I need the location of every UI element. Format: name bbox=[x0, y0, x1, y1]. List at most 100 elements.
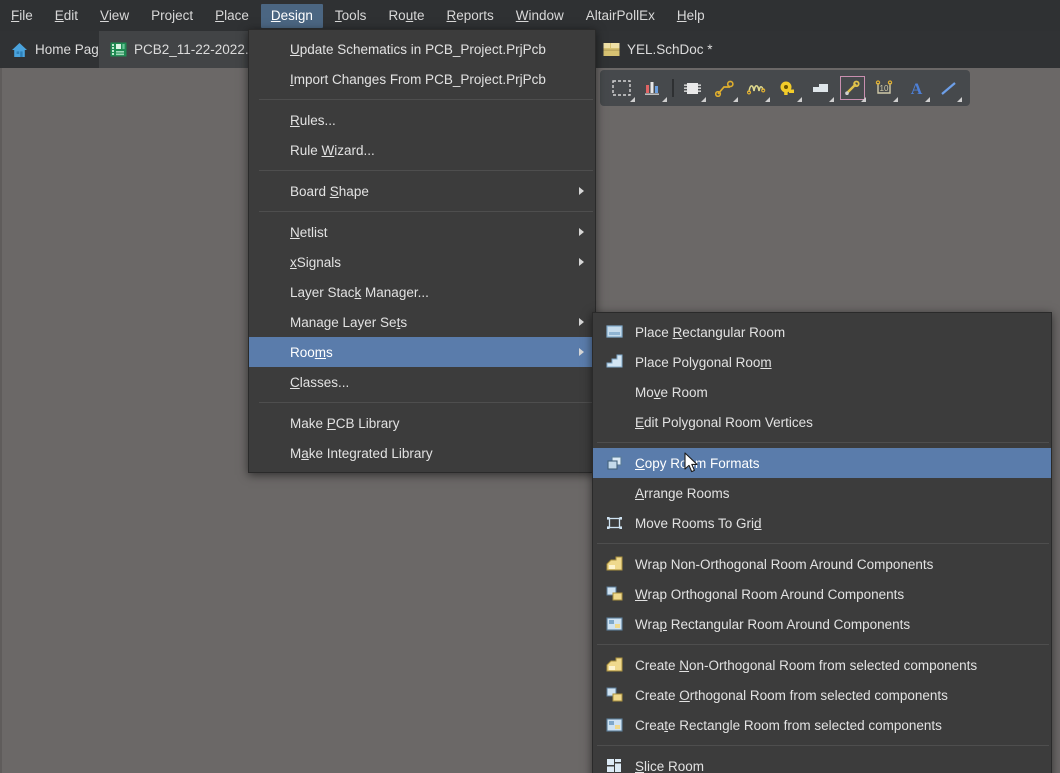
rect-room-icon bbox=[605, 325, 623, 338]
place-text-button[interactable]: A bbox=[901, 73, 932, 103]
design-rules-button[interactable] bbox=[837, 73, 868, 103]
menu-item-wrap-orthogonal-room-around-components[interactable]: Wrap Orthogonal Room Around Components bbox=[593, 579, 1051, 609]
menubar-item-label: File bbox=[11, 8, 33, 23]
menu-item-label: Classes... bbox=[290, 374, 350, 390]
dropdown-arrow-icon[interactable] bbox=[733, 97, 738, 102]
dropdown-arrow-icon[interactable] bbox=[829, 97, 834, 102]
menubar-item-window[interactable]: Window bbox=[506, 4, 574, 28]
menubar-item-edit[interactable]: Edit bbox=[45, 4, 88, 28]
nonortho-room-icon bbox=[593, 650, 635, 680]
place-via-button[interactable] bbox=[773, 73, 804, 103]
selection-tool-button[interactable] bbox=[606, 73, 637, 103]
menu-item-label: Create Non-Orthogonal Room from selected… bbox=[635, 657, 978, 673]
menubar-item-route[interactable]: Route bbox=[378, 4, 434, 28]
move-grid-icon bbox=[593, 508, 635, 538]
menu-separator bbox=[259, 99, 593, 100]
menu-item-wrap-non-orthogonal-room-around-components[interactable]: Wrap Non-Orthogonal Room Around Componen… bbox=[593, 549, 1051, 579]
menu-item-classes[interactable]: Classes... bbox=[249, 367, 595, 397]
menu-item-layer-stack-manager[interactable]: Layer Stack Manager... bbox=[249, 277, 595, 307]
dropdown-arrow-icon[interactable] bbox=[630, 97, 635, 102]
menubar-item-label: Tools bbox=[334, 8, 367, 23]
rectwrap-room-icon bbox=[593, 710, 635, 740]
menu-item-netlist[interactable]: Netlist bbox=[249, 217, 595, 247]
menu-item-make-integrated-library[interactable]: Make Integrated Library bbox=[249, 438, 595, 468]
menubar-item-help[interactable]: Help bbox=[667, 4, 715, 28]
menubar-item-file[interactable]: File bbox=[1, 4, 43, 28]
menu-item-rooms[interactable]: Rooms bbox=[249, 337, 595, 367]
route-icon bbox=[715, 80, 734, 97]
menubar-item-label: Design bbox=[270, 8, 313, 23]
rooms-submenu[interactable]: Place Rectangular Room Place Polygonal Ro… bbox=[592, 312, 1052, 773]
dropdown-arrow-icon[interactable] bbox=[765, 97, 770, 102]
menu-item-label: Wrap Non-Orthogonal Room Around Componen… bbox=[635, 556, 934, 572]
menu-item-place-polygonal-room[interactable]: Place Polygonal Room bbox=[593, 347, 1051, 377]
menu-item-label: Make PCB Library bbox=[290, 415, 400, 431]
menu-item-slice-room[interactable]: Slice Room bbox=[593, 751, 1051, 773]
place-component-button[interactable] bbox=[638, 73, 669, 103]
tab-pcb-document[interactable]: PCB2_11-22-2022.P bbox=[99, 31, 269, 68]
menu-item-label: Place Polygonal Room bbox=[635, 354, 772, 370]
dropdown-arrow-icon[interactable] bbox=[797, 97, 802, 102]
menu-item-import-changes-from-pcb-project-prjpcb[interactable]: Import Changes From PCB_Project.PrjPcb bbox=[249, 64, 595, 94]
menubar-item-design[interactable]: Design bbox=[260, 3, 323, 28]
menubar-item-altairpollex[interactable]: AltairPollEx bbox=[576, 4, 665, 28]
menu-item-label: Move Room bbox=[635, 384, 708, 400]
dropdown-arrow-icon[interactable] bbox=[861, 97, 866, 102]
menu-item-board-shape[interactable]: Board Shape bbox=[249, 176, 595, 206]
menu-item-place-rectangular-room[interactable]: Place Rectangular Room bbox=[593, 317, 1051, 347]
tab-schematic-document[interactable]: YEL.SchDoc * bbox=[592, 31, 724, 68]
place-ic-button[interactable] bbox=[677, 73, 708, 103]
dropdown-arrow-icon[interactable] bbox=[925, 97, 930, 102]
menu-item-edit-polygonal-room-vertices[interactable]: Edit Polygonal Room Vertices bbox=[593, 407, 1051, 437]
tab-label: Home Page bbox=[35, 42, 107, 57]
menu-item-copy-room-formats[interactable]: Copy Room Formats bbox=[593, 448, 1051, 478]
menu-item-label: Move Rooms To Grid bbox=[635, 515, 762, 531]
menubar-item-tools[interactable]: Tools bbox=[325, 4, 377, 28]
dropdown-arrow-icon[interactable] bbox=[893, 97, 898, 102]
menu-item-move-rooms-to-grid[interactable]: Move Rooms To Grid bbox=[593, 508, 1051, 538]
rect-room-icon bbox=[593, 317, 635, 347]
design-menu[interactable]: Update Schematics in PCB_Project.PrjPcb I… bbox=[248, 29, 596, 473]
menubar-item-place[interactable]: Place bbox=[205, 4, 259, 28]
menubar-item-view[interactable]: View bbox=[90, 4, 139, 28]
interactive-routing-button[interactable] bbox=[709, 73, 740, 103]
dropdown-arrow-icon[interactable] bbox=[701, 97, 706, 102]
menu-item-create-orthogonal-room-from-selected-components[interactable]: Create Orthogonal Room from selected com… bbox=[593, 680, 1051, 710]
rectwrap-room-icon bbox=[605, 718, 623, 732]
place-dimension-button[interactable]: 10 bbox=[869, 73, 900, 103]
menu-item-rule-wizard[interactable]: Rule Wizard... bbox=[249, 135, 595, 165]
menu-item-label: Rule Wizard... bbox=[290, 142, 375, 158]
menu-item-label: Manage Layer Sets bbox=[290, 314, 408, 330]
menu-item-rules[interactable]: Rules... bbox=[249, 105, 595, 135]
menu-item-label: Import Changes From PCB_Project.PrjPcb bbox=[290, 71, 546, 87]
dropdown-arrow-icon[interactable] bbox=[957, 97, 962, 102]
dropdown-arrow-icon[interactable] bbox=[662, 97, 667, 102]
menu-separator bbox=[597, 644, 1049, 645]
menu-item-create-non-orthogonal-room-from-selected-components[interactable]: Create Non-Orthogonal Room from selected… bbox=[593, 650, 1051, 680]
menu-item-label: Board Shape bbox=[290, 183, 369, 199]
menu-item-xsignals[interactable]: xSignals bbox=[249, 247, 595, 277]
menu-item-update-schematics-in-pcb-project-prjpcb[interactable]: Update Schematics in PCB_Project.PrjPcb bbox=[249, 34, 595, 64]
menubar-item-project[interactable]: Project bbox=[141, 4, 203, 28]
menubar-item-label: AltairPollEx bbox=[585, 8, 655, 23]
dimension-icon: 10 bbox=[875, 79, 893, 94]
menubar-item-reports[interactable]: Reports bbox=[436, 4, 503, 28]
polygon-icon bbox=[813, 83, 828, 92]
submenu-arrow-icon bbox=[579, 228, 584, 236]
menu-separator bbox=[597, 442, 1049, 443]
menubar-item-label: Help bbox=[676, 8, 705, 23]
menu-item-label: Slice Room bbox=[635, 758, 705, 773]
place-line-button[interactable] bbox=[933, 73, 964, 103]
menu-item-manage-layer-sets[interactable]: Manage Layer Sets bbox=[249, 307, 595, 337]
wrench-icon bbox=[845, 80, 860, 95]
menu-item-label: Update Schematics in PCB_Project.PrjPcb bbox=[290, 41, 546, 57]
menu-item-move-room[interactable]: Move Room bbox=[593, 377, 1051, 407]
menu-item-make-pcb-library[interactable]: Make PCB Library bbox=[249, 408, 595, 438]
menu-item-arrange-rooms[interactable]: Arrange Rooms bbox=[593, 478, 1051, 508]
submenu-arrow-icon bbox=[579, 258, 584, 266]
menu-item-wrap-rectangular-room-around-components[interactable]: Wrap Rectangular Room Around Components bbox=[593, 609, 1051, 639]
place-polygon-button[interactable] bbox=[805, 73, 836, 103]
place-wave-button[interactable] bbox=[741, 73, 772, 103]
menu-item-icon-empty bbox=[593, 407, 635, 437]
menu-item-create-rectangle-room-from-selected-components[interactable]: Create Rectangle Room from selected comp… bbox=[593, 710, 1051, 740]
